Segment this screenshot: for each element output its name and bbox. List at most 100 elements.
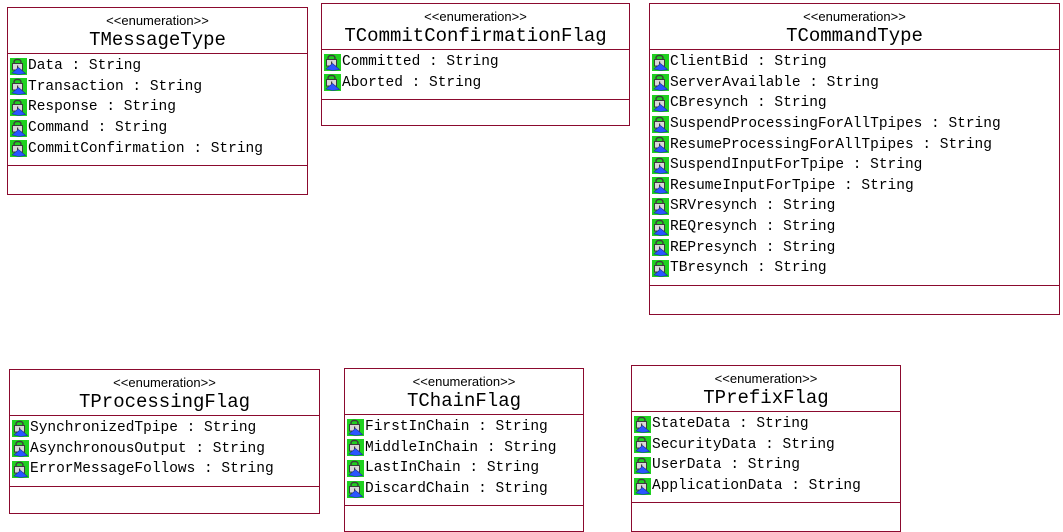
attribute-row[interactable]: LastInChain : String bbox=[347, 458, 583, 479]
public-attribute-icon bbox=[10, 58, 27, 75]
attribute-row[interactable]: REQresynch : String bbox=[652, 217, 1059, 238]
public-attribute-icon bbox=[652, 95, 669, 112]
attribute-label: CBresynch : String bbox=[670, 95, 827, 112]
public-attribute-icon bbox=[652, 260, 669, 277]
class-header: <<enumeration>> TProcessingFlag bbox=[10, 370, 319, 416]
attribute-row[interactable]: ResumeProcessingForAllTpipes : String bbox=[652, 134, 1059, 155]
attribute-label: ClientBid : String bbox=[670, 54, 827, 71]
operation-compartment bbox=[345, 506, 583, 531]
attribute-row[interactable]: FirstInChain : String bbox=[347, 417, 583, 438]
attribute-row[interactable]: Aborted : String bbox=[324, 73, 629, 94]
attribute-label: Transaction : String bbox=[28, 78, 203, 95]
attribute-label: TBresynch : String bbox=[670, 260, 827, 277]
class-name: TChainFlag bbox=[406, 390, 522, 412]
attribute-row[interactable]: SRVresynch : String bbox=[652, 196, 1059, 217]
class-tprocessingflag[interactable]: <<enumeration>> TProcessingFlag Synchron… bbox=[9, 369, 320, 514]
attribute-label: ApplicationData : String bbox=[652, 478, 861, 495]
attribute-label: SynchronizedTpipe : String bbox=[30, 420, 257, 437]
public-attribute-icon bbox=[652, 136, 669, 153]
class-header: <<enumeration>> TPrefixFlag bbox=[632, 366, 900, 412]
class-tmessagetype[interactable]: <<enumeration>> TMessageType Data : Stri… bbox=[7, 7, 308, 195]
class-header: <<enumeration>> TChainFlag bbox=[345, 369, 583, 415]
attribute-compartment: Data : String Transaction : String Respo… bbox=[8, 54, 307, 166]
class-tprefixflag[interactable]: <<enumeration>> TPrefixFlag StateData : … bbox=[631, 365, 901, 532]
class-name: TCommitConfirmationFlag bbox=[344, 25, 607, 47]
attribute-compartment: FirstInChain : String MiddleInChain : St… bbox=[345, 415, 583, 507]
attribute-row[interactable]: Command : String bbox=[10, 118, 307, 139]
attribute-row[interactable]: Data : String bbox=[10, 56, 307, 77]
attribute-label: Data : String bbox=[28, 58, 142, 75]
attribute-row[interactable]: Committed : String bbox=[324, 52, 629, 73]
attribute-label: DiscardChain : String bbox=[365, 481, 548, 498]
attribute-row[interactable]: AsynchronousOutput : String bbox=[12, 439, 319, 460]
public-attribute-icon bbox=[324, 74, 341, 91]
attribute-row[interactable]: SuspendProcessingForAllTpipes : String bbox=[652, 114, 1059, 135]
attribute-label: ResumeInputForTpipe : String bbox=[670, 177, 914, 194]
attribute-label: FirstInChain : String bbox=[365, 419, 548, 436]
attribute-row[interactable]: ClientBid : String bbox=[652, 52, 1059, 73]
attribute-label: CommitConfirmation : String bbox=[28, 140, 263, 157]
attribute-label: Committed : String bbox=[342, 54, 499, 71]
attribute-label: SRVresynch : String bbox=[670, 198, 836, 215]
attribute-row[interactable]: MiddleInChain : String bbox=[347, 438, 583, 459]
attribute-row[interactable]: SynchronizedTpipe : String bbox=[12, 418, 319, 439]
class-tcommitconfirmationflag[interactable]: <<enumeration>> TCommitConfirmationFlag … bbox=[321, 3, 630, 126]
attribute-row[interactable]: TBresynch : String bbox=[652, 258, 1059, 279]
class-header: <<enumeration>> TCommandType bbox=[650, 4, 1059, 50]
stereotype-label: <<enumeration>> bbox=[714, 371, 818, 386]
attribute-row[interactable]: UserData : String bbox=[634, 455, 900, 476]
stereotype-label: <<enumeration>> bbox=[803, 9, 906, 24]
attribute-label: ResumeProcessingForAllTpipes : String bbox=[670, 136, 992, 153]
attribute-row[interactable]: SuspendInputForTpipe : String bbox=[652, 155, 1059, 176]
public-attribute-icon bbox=[12, 440, 29, 457]
public-attribute-icon bbox=[10, 140, 27, 157]
stereotype-label: <<enumeration>> bbox=[113, 375, 216, 390]
class-header: <<enumeration>> TCommitConfirmationFlag bbox=[322, 4, 629, 50]
attribute-row[interactable]: DiscardChain : String bbox=[347, 479, 583, 500]
public-attribute-icon bbox=[634, 478, 651, 495]
stereotype-label: <<enumeration>> bbox=[424, 9, 527, 24]
class-tcommandtype[interactable]: <<enumeration>> TCommandType ClientBid :… bbox=[649, 3, 1060, 315]
attribute-label: AsynchronousOutput : String bbox=[30, 440, 265, 457]
public-attribute-icon bbox=[652, 239, 669, 256]
attribute-row[interactable]: Transaction : String bbox=[10, 77, 307, 98]
operation-compartment bbox=[632, 503, 900, 531]
attribute-row[interactable]: StateData : String bbox=[634, 414, 900, 435]
attribute-compartment: StateData : String SecurityData : String… bbox=[632, 412, 900, 504]
public-attribute-icon bbox=[347, 460, 364, 477]
public-attribute-icon bbox=[652, 54, 669, 71]
attribute-compartment: ClientBid : String ServerAvailable : Str… bbox=[650, 50, 1059, 286]
attribute-label: Response : String bbox=[28, 99, 176, 116]
public-attribute-icon bbox=[10, 78, 27, 95]
public-attribute-icon bbox=[652, 74, 669, 91]
attribute-row[interactable]: SecurityData : String bbox=[634, 435, 900, 456]
class-name: TCommandType bbox=[786, 25, 923, 47]
public-attribute-icon bbox=[10, 99, 27, 116]
public-attribute-icon bbox=[634, 457, 651, 474]
public-attribute-icon bbox=[347, 439, 364, 456]
attribute-label: MiddleInChain : String bbox=[365, 439, 557, 456]
attribute-row[interactable]: CommitConfirmation : String bbox=[10, 138, 307, 159]
attribute-label: Aborted : String bbox=[342, 74, 482, 91]
attribute-row[interactable]: ResumeInputForTpipe : String bbox=[652, 176, 1059, 197]
attribute-label: Command : String bbox=[28, 120, 168, 137]
attribute-row[interactable]: CBresynch : String bbox=[652, 93, 1059, 114]
attribute-row[interactable]: REPresynch : String bbox=[652, 237, 1059, 258]
attribute-row[interactable]: ApplicationData : String bbox=[634, 476, 900, 497]
public-attribute-icon bbox=[652, 198, 669, 215]
public-attribute-icon bbox=[324, 54, 341, 71]
attribute-row[interactable]: ErrorMessageFollows : String bbox=[12, 459, 319, 480]
attribute-row[interactable]: ServerAvailable : String bbox=[652, 73, 1059, 94]
attribute-row[interactable]: Response : String bbox=[10, 97, 307, 118]
operation-compartment bbox=[322, 100, 629, 125]
public-attribute-icon bbox=[634, 416, 651, 433]
class-tchainflag[interactable]: <<enumeration>> TChainFlag FirstInChain … bbox=[344, 368, 584, 532]
attribute-label: REQresynch : String bbox=[670, 219, 836, 236]
stereotype-label: <<enumeration>> bbox=[412, 374, 516, 389]
class-name: TProcessingFlag bbox=[78, 391, 251, 413]
public-attribute-icon bbox=[652, 219, 669, 236]
class-name: TPrefixFlag bbox=[703, 387, 829, 409]
public-attribute-icon bbox=[347, 419, 364, 436]
public-attribute-icon bbox=[652, 177, 669, 194]
public-attribute-icon bbox=[10, 120, 27, 137]
